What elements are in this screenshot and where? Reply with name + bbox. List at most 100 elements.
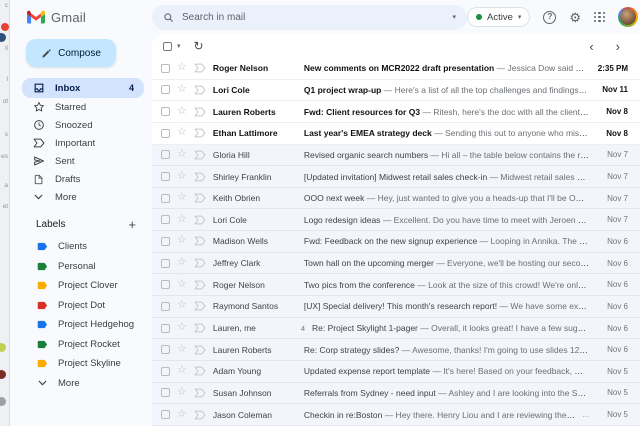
email-row[interactable]: ☆ Lauren, me 4 Re: Project Skylight 1-pa… (152, 318, 640, 340)
row-checkbox[interactable] (161, 129, 170, 138)
label-item-project-hedgehog[interactable]: Project Hedgehog (10, 315, 152, 335)
star-icon[interactable]: ☆ (177, 322, 187, 333)
important-marker-icon[interactable] (194, 323, 206, 333)
email-row[interactable]: ☆ Ethan Lattimore Last year's EMEA strat… (152, 123, 640, 145)
row-checkbox[interactable] (161, 215, 170, 224)
google-apps-grid-icon[interactable] (594, 12, 605, 23)
older-page-button[interactable]: › (616, 40, 620, 53)
email-row[interactable]: ☆ Lauren Roberts Re: Corp strategy slide… (152, 339, 640, 361)
email-row[interactable]: ☆ Shirley Franklin [Updated invitation] … (152, 166, 640, 188)
row-checkbox[interactable] (161, 194, 170, 203)
email-row[interactable]: ☆ Raymond Santos [UX] Special delivery! … (152, 296, 640, 318)
email-row[interactable]: ☆ Lauren Roberts Fwd: Client resources f… (152, 101, 640, 123)
important-marker-icon[interactable] (194, 107, 206, 117)
star-icon[interactable]: ☆ (177, 344, 187, 355)
label-item-project-clover[interactable]: Project Clover (10, 276, 152, 296)
sidebar-item-more[interactable]: More (22, 188, 144, 206)
row-checkbox[interactable] (161, 280, 170, 289)
select-all-checkbox[interactable] (163, 42, 172, 51)
email-row[interactable]: ☆ Roger Nelson New comments on MCR2022 d… (152, 58, 640, 80)
search-options-caret-icon[interactable]: ▾ (453, 14, 457, 21)
star-icon[interactable]: ☆ (177, 149, 187, 160)
important-marker-icon[interactable] (194, 345, 206, 355)
important-marker-icon[interactable] (194, 85, 206, 95)
gmail-logo[interactable]: Gmail (10, 10, 152, 25)
row-checkbox[interactable] (161, 259, 170, 268)
email-row[interactable]: ☆ Roger Nelson Two pics from the confere… (152, 274, 640, 296)
row-checkbox[interactable] (161, 64, 170, 73)
important-marker-icon[interactable] (194, 301, 206, 311)
create-label-button[interactable]: + (128, 218, 136, 231)
email-row[interactable]: ☆ Jeffrey Clark Town hall on the upcomin… (152, 253, 640, 275)
row-checkbox[interactable] (161, 85, 170, 94)
star-icon[interactable]: ☆ (177, 409, 187, 420)
star-icon[interactable]: ☆ (177, 106, 187, 117)
sidebar-item-inbox[interactable]: Inbox 4 (22, 78, 144, 98)
refresh-icon[interactable]: ↻ (194, 40, 204, 52)
email-row[interactable]: ☆ Madison Wells Fwd: Feedback on the new… (152, 231, 640, 253)
label-item-project-dot[interactable]: Project Dot (10, 296, 152, 316)
settings-gear-icon[interactable]: ⚙ (569, 11, 581, 24)
important-marker-icon[interactable] (194, 215, 206, 225)
email-row[interactable]: ☆ Susan Johnson Referrals from Sydney - … (152, 383, 640, 405)
row-checkbox[interactable] (161, 324, 170, 333)
email-row[interactable]: ☆ Lori Cole Q1 project wrap-up — Here's … (152, 80, 640, 102)
important-marker-icon[interactable] (194, 258, 206, 268)
star-icon[interactable]: ☆ (177, 279, 187, 290)
snippet: — Hey, just wanted to give you a heads-u… (367, 193, 589, 203)
star-icon[interactable]: ☆ (177, 387, 187, 398)
star-icon[interactable]: ☆ (177, 257, 187, 268)
sidebar-item-important[interactable]: Important (22, 134, 144, 152)
row-checkbox[interactable] (161, 367, 170, 376)
row-checkbox[interactable] (161, 410, 170, 419)
compose-button[interactable]: Compose (26, 39, 116, 67)
label-item-clients[interactable]: Clients (10, 237, 152, 257)
chat-status-selector[interactable]: Active ▾ (467, 7, 530, 27)
star-icon[interactable]: ☆ (177, 235, 187, 246)
important-marker-icon[interactable] (194, 63, 206, 73)
row-checkbox[interactable] (161, 302, 170, 311)
row-checkbox[interactable] (161, 388, 170, 397)
row-checkbox[interactable] (161, 345, 170, 354)
label-item-personal[interactable]: Personal (10, 257, 152, 277)
important-marker-icon[interactable] (194, 388, 206, 398)
label-item-project-rocket[interactable]: Project Rocket (10, 335, 152, 355)
row-checkbox[interactable] (161, 172, 170, 181)
newer-page-button[interactable]: ‹ (589, 40, 593, 53)
important-marker-icon[interactable] (194, 366, 206, 376)
star-icon[interactable]: ☆ (177, 127, 187, 138)
search-bar[interactable]: ▾ (152, 5, 467, 30)
star-icon[interactable]: ☆ (177, 171, 187, 182)
star-icon[interactable]: ☆ (177, 192, 187, 203)
star-icon[interactable]: ☆ (177, 84, 187, 95)
profile-avatar[interactable] (618, 7, 638, 27)
sidebar-item-snoozed[interactable]: Snoozed (22, 116, 144, 134)
important-marker-icon[interactable] (194, 236, 206, 246)
select-dropdown-caret-icon[interactable]: ▾ (177, 43, 181, 50)
star-icon[interactable]: ☆ (177, 62, 187, 73)
email-row[interactable]: ☆ Keith Obrien OOO next week — Hey, just… (152, 188, 640, 210)
sidebar-item-starred[interactable]: Starred (22, 98, 144, 116)
row-checkbox[interactable] (161, 107, 170, 116)
help-icon[interactable]: ? (543, 11, 556, 24)
important-marker-icon[interactable] (194, 150, 206, 160)
email-row[interactable]: ☆ Gloria Hill Revised organic search num… (152, 145, 640, 167)
search-input[interactable] (182, 12, 445, 23)
important-marker-icon[interactable] (194, 128, 206, 138)
sidebar-item-sent[interactable]: Sent (22, 152, 144, 170)
star-icon[interactable]: ☆ (177, 214, 187, 225)
sidebar-item-drafts[interactable]: Drafts (22, 170, 144, 188)
star-icon[interactable]: ☆ (177, 300, 187, 311)
important-marker-icon[interactable] (194, 410, 206, 420)
row-checkbox[interactable] (161, 150, 170, 159)
label-item-more[interactable]: More (10, 374, 152, 394)
email-row[interactable]: ☆ Jason Coleman Checkin in re:Boston — H… (152, 404, 640, 426)
important-marker-icon[interactable] (194, 280, 206, 290)
important-marker-icon[interactable] (194, 193, 206, 203)
email-row[interactable]: ☆ Adam Young Updated expense report temp… (152, 361, 640, 383)
important-marker-icon[interactable] (194, 172, 206, 182)
email-row[interactable]: ☆ Lori Cole Logo redesign ideas — Excell… (152, 209, 640, 231)
star-icon[interactable]: ☆ (177, 365, 187, 376)
label-item-project-skyline[interactable]: Project Skyline (10, 354, 152, 374)
row-checkbox[interactable] (161, 237, 170, 246)
